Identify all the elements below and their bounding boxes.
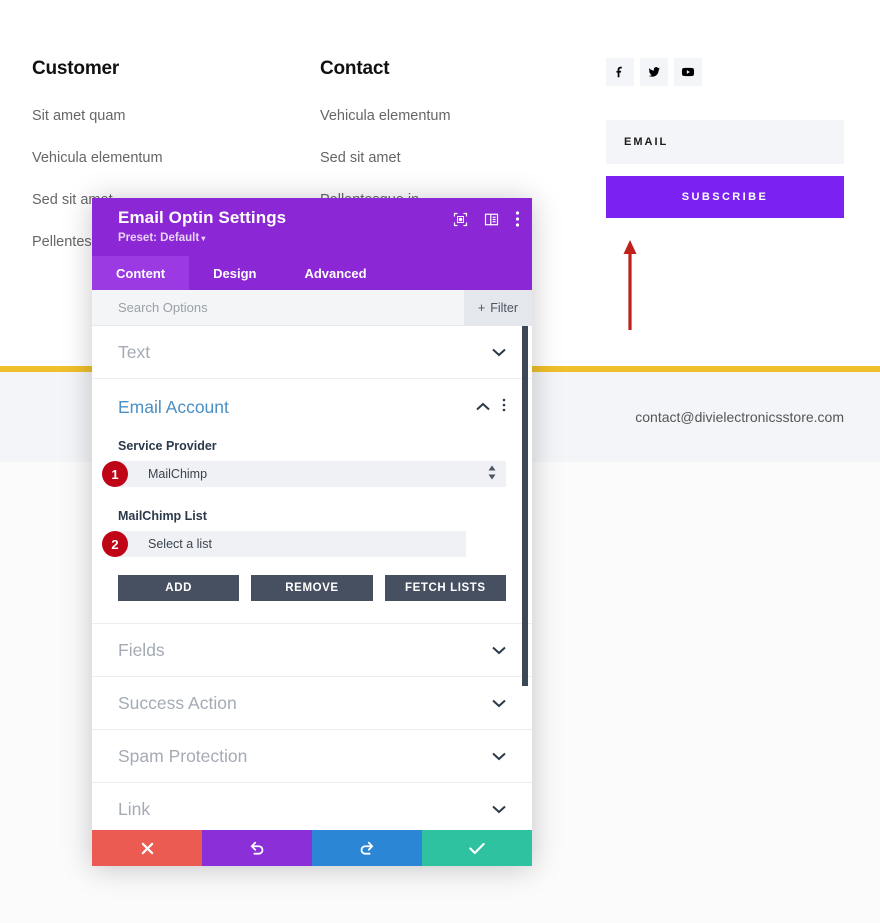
footer-link[interactable]: Vehicula elementum — [320, 108, 451, 124]
save-button[interactable] — [422, 830, 532, 866]
undo-icon — [250, 841, 264, 855]
service-provider-select[interactable]: MailChimp — [118, 461, 506, 487]
social-icons — [606, 58, 702, 86]
scrollbar-thumb[interactable] — [522, 326, 528, 686]
facebook-icon[interactable] — [606, 58, 634, 86]
redo-button[interactable] — [312, 830, 422, 866]
chevron-down-icon[interactable] — [492, 802, 506, 817]
step-badge-2: 2 — [102, 531, 128, 557]
chevron-down-icon[interactable] — [492, 643, 506, 658]
modal-header: Email Optin Settings Preset: Default ▾ — [92, 198, 532, 256]
search-input[interactable]: Search Options — [92, 300, 208, 315]
select-arrows-icon — [488, 465, 496, 483]
undo-button[interactable] — [202, 830, 312, 866]
section-email-account: Email Account Service Provider 1 MailChi… — [92, 379, 532, 624]
email-input[interactable]: EMAIL — [606, 120, 844, 164]
modal-header-icons — [453, 211, 520, 227]
twitter-icon[interactable] — [640, 58, 668, 86]
subscribe-button[interactable]: SUBSCRIBE — [606, 176, 844, 218]
footer-link[interactable]: Sed sit amet — [320, 150, 451, 166]
screenshot-root: Customer Sit amet quam Vehicula elementu… — [0, 0, 880, 923]
cancel-button[interactable] — [92, 830, 202, 866]
column-heading: Contact — [320, 58, 390, 79]
mailchimp-list-value: Select a list — [148, 537, 212, 551]
section-spam-protection[interactable]: Spam Protection — [92, 730, 532, 783]
modal-footer — [92, 830, 532, 866]
subscribe-button-label: SUBSCRIBE — [681, 191, 769, 203]
service-provider-row: 1 MailChimp — [102, 461, 506, 487]
section-email-account-header[interactable]: Email Account — [118, 379, 506, 435]
fetch-lists-button[interactable]: FETCH LISTS — [384, 575, 506, 601]
section-text[interactable]: Text — [92, 326, 532, 379]
footer-link[interactable]: Vehicula elementum — [32, 150, 163, 166]
focus-icon[interactable] — [453, 212, 468, 227]
remove-button[interactable]: REMOVE — [251, 575, 373, 601]
mailchimp-list-select[interactable]: Select a list — [118, 531, 466, 557]
tab-content[interactable]: Content — [92, 256, 190, 290]
section-title: Text — [118, 341, 151, 362]
section-title: Success Action — [118, 692, 237, 713]
chevron-down-icon: ▾ — [199, 234, 206, 243]
add-button[interactable]: ADD — [118, 575, 240, 601]
section-title: Link — [118, 798, 151, 819]
modal-preset-selector[interactable]: Preset: Default ▾ — [118, 232, 518, 244]
modal-tabs: Content Design Advanced — [92, 256, 532, 290]
email-optin-settings-modal: Email Optin Settings Preset: Default ▾ C… — [92, 198, 532, 866]
search-options-bar: Search Options + Filter — [92, 290, 532, 326]
column-heading: Customer — [32, 58, 120, 79]
modal-body: Text Email Account Service Provider 1 Ma… — [92, 326, 532, 830]
step-badge-1: 1 — [102, 461, 128, 487]
redo-icon — [360, 841, 374, 855]
email-input-placeholder: EMAIL — [624, 136, 669, 148]
tab-advanced[interactable]: Advanced — [280, 256, 390, 290]
section-fields[interactable]: Fields — [92, 624, 532, 677]
section-link[interactable]: Link — [92, 783, 532, 830]
section-title: Fields — [118, 639, 165, 660]
close-icon — [141, 842, 153, 854]
chevron-down-icon[interactable] — [492, 345, 506, 360]
filter-button[interactable]: + Filter — [463, 290, 532, 326]
check-icon — [469, 842, 485, 854]
footer-link[interactable]: Sit amet quam — [32, 108, 163, 124]
mailchimp-list-label: MailChimp List — [118, 509, 207, 523]
service-provider-label: Service Provider — [118, 439, 217, 453]
more-options-icon[interactable] — [515, 211, 520, 227]
section-success-action[interactable]: Success Action — [92, 677, 532, 730]
chevron-down-icon[interactable] — [492, 749, 506, 764]
more-options-icon[interactable] — [502, 398, 506, 417]
mailchimp-list-row: 2 Select a list — [102, 531, 506, 557]
youtube-icon[interactable] — [674, 58, 702, 86]
tab-design[interactable]: Design — [189, 256, 280, 290]
section-title: Email Account — [118, 396, 229, 417]
chevron-up-icon[interactable] — [476, 398, 490, 416]
service-provider-value: MailChimp — [148, 467, 208, 481]
modal-preset-label: Preset: Default — [118, 232, 200, 244]
filter-button-label: Filter — [490, 301, 518, 315]
chevron-down-icon[interactable] — [492, 696, 506, 711]
plus-icon: + — [477, 301, 486, 315]
footer-column-contact: Contact Vehicula elementum Sed sit amet … — [320, 58, 451, 208]
annotation-arrow-icon — [623, 240, 637, 330]
layout-icon[interactable] — [484, 212, 499, 227]
section-title: Spam Protection — [118, 745, 248, 766]
list-action-buttons: ADD REMOVE FETCH LISTS — [118, 575, 506, 601]
